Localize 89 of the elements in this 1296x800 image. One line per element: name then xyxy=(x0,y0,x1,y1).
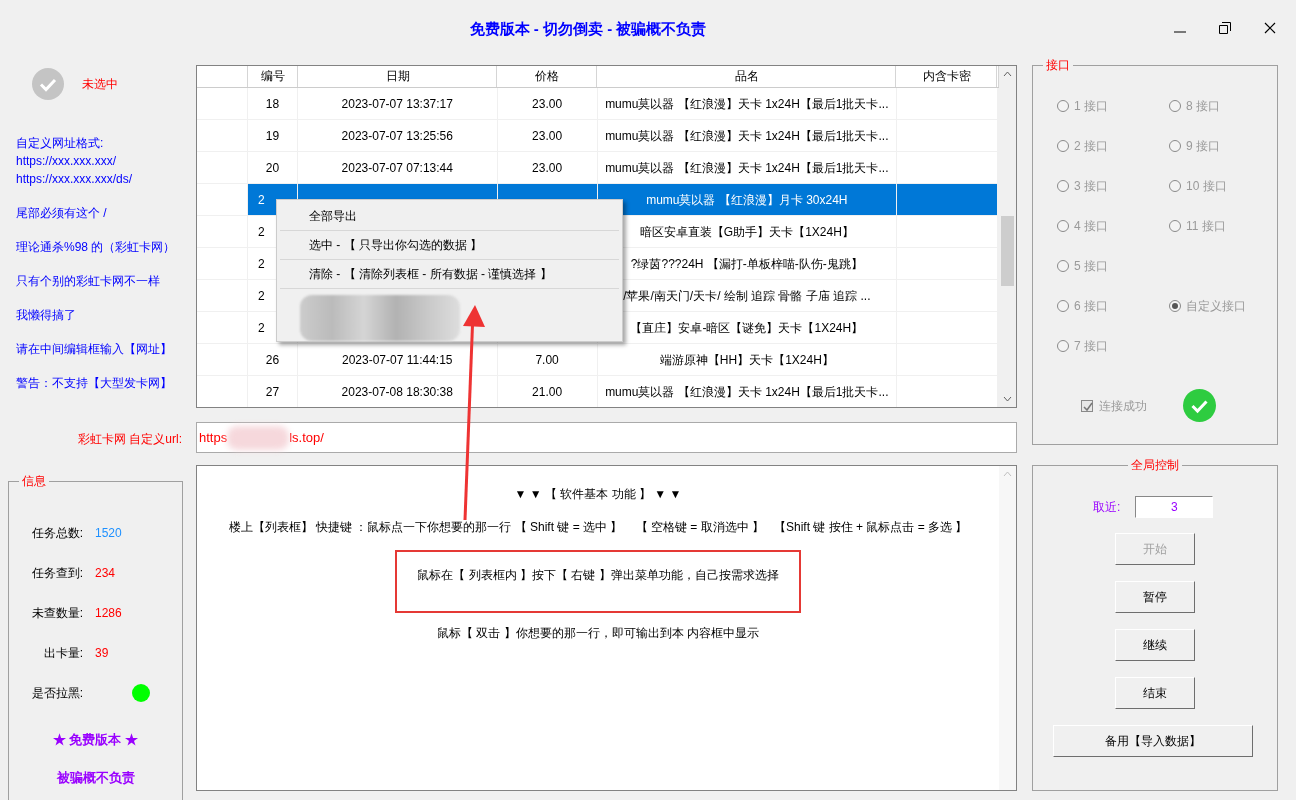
checkmark-icon xyxy=(1082,400,1094,413)
table-cell: mumu莫以器 【红浪漫】天卡 1x24H【最后1批天卡... xyxy=(605,97,889,111)
note-text: 尾部必须有这个 / xyxy=(16,205,107,222)
footer-text: 被骗概不负责 xyxy=(56,769,135,787)
url-text: https xyxy=(199,428,228,447)
table-cell: 7.00 xyxy=(535,353,559,367)
table-cell: 23.00 xyxy=(532,97,563,111)
table-cell: 26 xyxy=(265,353,280,367)
table-cell: 2023-07-07 13:37:17 xyxy=(341,97,453,111)
info-value: 1520 xyxy=(95,525,122,542)
table-cell: 21.00 xyxy=(532,385,563,399)
table-cell: ?绿茵???24H 【漏打-单板梓喵-队伤-鬼跳】 xyxy=(630,257,863,271)
table-cell: 暗区安卓直装【G助手】天卡【1X24H】 xyxy=(639,225,854,239)
table-cell: 2 xyxy=(257,289,265,303)
scroll-down-icon xyxy=(1003,395,1012,403)
note-text: 警告：不支持【大型发卡网】 xyxy=(16,375,172,392)
action-button[interactable]: 继续 xyxy=(1115,629,1195,661)
table-cell: 20 xyxy=(265,161,280,175)
table-cell: 2023-07-08 18:30:38 xyxy=(341,385,453,399)
help-text: ▼ ▼ 【 软件基本 功能 】 ▼ ▼ xyxy=(514,486,682,503)
table-cell: 2 xyxy=(257,193,265,207)
window-title: 免费版本 - 切勿倒卖 - 被骗概不负责 xyxy=(469,18,707,39)
info-label: 任务总数: xyxy=(30,525,84,542)
table-cell: 18 xyxy=(265,97,280,111)
column-header[interactable]: 日期 xyxy=(297,66,498,87)
column-header[interactable]: 价格 xyxy=(497,66,597,87)
note-text: 只有个别的彩虹卡网不一样 xyxy=(16,273,160,290)
table-cell: mumu莫以器 【红浪漫】天卡 1x24H【最后1批天卡... xyxy=(605,161,889,175)
footer-text: ★ 免费版本 ★ xyxy=(52,731,139,749)
table-cell: 27 xyxy=(265,385,280,399)
note-text: https://xxx.xxx.xxx/ds/ xyxy=(16,171,133,188)
url-label: 彩虹卡网 自定义url: xyxy=(78,432,182,446)
table-cell: 【直庄】安卓-暗区【谜免】天卡【1X24H】 xyxy=(630,321,864,335)
scrollbar[interactable] xyxy=(999,66,1016,407)
table-cell: 2 xyxy=(257,225,265,239)
table-row[interactable]: 18 2023-07-07 13:37:17 23.00 mumu莫以器 【红浪漫】天卡 1x24H【最后1批天卡... xyxy=(197,88,999,120)
info-label: 任务查到: xyxy=(30,565,84,582)
table-cell: mumu莫以器 【红浪漫】天卡 1x24H【最后1批天卡... xyxy=(605,385,889,399)
table-row[interactable]: 19 2023-07-07 13:25:56 23.00 mumu莫以器 【红浪漫】天卡 1x24H【最后1批天卡... xyxy=(197,120,999,152)
url-field[interactable]: https ls.top/ xyxy=(196,422,1017,453)
info-label: 出卡量: xyxy=(42,645,84,662)
info-value: 39 xyxy=(95,645,109,662)
table-cell: 2 xyxy=(257,257,265,271)
menu-item[interactable]: 清除 - 【 清除列表框 - 所有数据 - 谨慎选择 】 xyxy=(280,260,619,289)
menu-item[interactable]: 选中 - 【 只导出你勾选的数据 】 xyxy=(280,231,619,260)
help-text: 鼠标在【 列表框内 】按下【 右键 】弹出菜单功能，自己按需求选择 xyxy=(417,567,779,584)
blurred-redaction xyxy=(227,425,290,450)
scroll-up-icon xyxy=(1003,70,1012,78)
scrollbar-thumb[interactable] xyxy=(1001,216,1014,286)
info-value: 234 xyxy=(95,565,116,582)
table-cell: 23.00 xyxy=(532,161,563,175)
action-button[interactable]: 暂停 xyxy=(1115,581,1195,613)
group-title: 信息 xyxy=(19,473,49,489)
group-title: 全局控制 xyxy=(1128,457,1182,473)
table-row[interactable]: 26 2023-07-07 11:44:15 7.00 端游原神【HH】天卡【1X24H】 xyxy=(197,344,999,376)
column-header[interactable]: 编号 xyxy=(247,66,298,87)
table-cell: mumu莫以器 【红浪漫】天卡 1x24H【最后1批天卡... xyxy=(605,129,889,143)
maximize-icon[interactable] xyxy=(1219,22,1231,34)
table-cell: /苹果/南天门/天卡/ 绘制 追踪 骨骼 子庙 追踪 ... xyxy=(623,289,871,303)
table-cell: 19 xyxy=(265,129,280,143)
action-button[interactable]: 备用【导入数据】 xyxy=(1052,725,1253,757)
number-field[interactable]: 3 xyxy=(1135,496,1214,518)
action-button[interactable]: 结束 xyxy=(1115,677,1195,709)
field-label: 取近: xyxy=(1093,499,1121,516)
note-text: 我懒得搞了 xyxy=(16,307,76,324)
scroll-up-icon xyxy=(1003,470,1012,478)
help-text: 楼上【列表框】 快捷键 ：鼠标点一下你想要的那一行 【 Shift 键 = 选中 】 【 空格键 = 取消选中 】 【Shift 键 按住 + 鼠标点击 = 多选 】 xyxy=(228,519,968,536)
group-title: 接口 xyxy=(1043,57,1073,73)
close-icon[interactable] xyxy=(1264,22,1276,34)
table-cell: 23.00 xyxy=(532,129,563,143)
status-label: 未选中 xyxy=(82,76,118,93)
column-header[interactable]: 内含卡密 xyxy=(896,66,997,87)
help-text: 鼠标【 双击 】你想要的那一行，即可输出到本 内容框中显示 xyxy=(437,625,759,642)
info-label: 是否拉黑: xyxy=(30,685,84,702)
table-cell: 端游原神【HH】天卡【1X24H】 xyxy=(659,353,834,367)
note-text: 自定义网址格式: xyxy=(16,135,104,152)
url-text: ls.top/ xyxy=(289,428,324,447)
menu-item[interactable]: 全部导出 xyxy=(280,202,619,231)
info-value: 1286 xyxy=(95,605,122,622)
table-cell: 2023-07-07 07:13:44 xyxy=(341,161,453,175)
column-header[interactable]: 品名 xyxy=(597,66,897,87)
table-cell: mumu莫以器 【红浪漫】月卡 30x24H xyxy=(646,193,848,207)
table-cell: 2 xyxy=(257,321,265,335)
table-cell: 2023-07-07 13:25:56 xyxy=(341,129,453,143)
note-text: 请在中间编辑框输入【网址】 xyxy=(16,341,172,358)
info-label: 未查数量: xyxy=(30,605,84,622)
note-text: https://xxx.xxx.xxx/ xyxy=(16,153,117,170)
table-cell: 2023-07-07 11:44:15 xyxy=(341,353,453,367)
note-text: 理论通杀%98 的（彩虹卡网） xyxy=(16,239,176,256)
